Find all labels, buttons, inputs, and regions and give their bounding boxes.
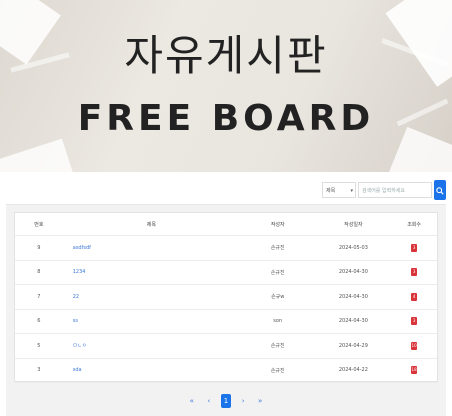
table-row: 3 sda 손규진 2024-04-22 18 [15,358,437,383]
post-author: 손규진 [239,333,316,359]
post-date: 2024-04-22 [315,358,392,383]
table-row: 8 1234 손규진 2024-04-30 3 [15,260,437,285]
post-author: 손규진 [239,358,316,383]
post-number: 7 [15,284,63,310]
post-number: 8 [15,260,63,285]
post-number: 6 [15,309,63,334]
column-header-title: 제목 [62,213,240,236]
hero-banner: 자유게시판 FREE BOARD [0,0,452,172]
post-date: 2024-05-03 [315,235,392,261]
search-icon [436,187,444,195]
search-type-select[interactable]: 제목 ▾ [322,182,356,198]
table-row: 5 ㅁㄴㅇ 손규진 2024-04-29 10 [15,333,437,359]
post-title-link[interactable]: 22 [73,294,79,300]
post-number: 3 [15,358,63,383]
search-type-value: 제목 [326,188,336,194]
next-page-button[interactable]: › [238,394,248,408]
views-badge: 10 [411,341,418,350]
page-title: 자유게시판 [124,31,328,80]
post-date: 2024-04-29 [315,333,392,359]
post-title-link[interactable]: ㅁㄴㅇ [73,343,87,349]
board-table: 번호 제목 작성자 작성일자 조회수 9 asdfsdf 손규진 2024-05… [14,212,438,383]
column-header-views: 조회수 [391,213,437,236]
first-page-button[interactable]: « [187,394,197,408]
table-row: 7 22 손규w 2024-04-30 4 [15,284,437,310]
table-row: 9 asdfsdf 손규진 2024-05-03 3 [15,235,437,261]
brush-stroke [0,138,75,172]
pagination: « ‹ 1 › » [14,390,438,412]
post-author: 손규진 [239,260,316,285]
prev-page-button[interactable]: ‹ [204,394,214,408]
search-button[interactable] [434,180,446,200]
last-page-button[interactable]: » [255,394,265,408]
post-date: 2024-04-30 [315,284,392,310]
page-subtitle: FREE BOARD [77,98,375,139]
views-badge: 3 [411,317,418,326]
table-row: 6 ss son 2024-04-30 3 [15,309,437,334]
column-header-date: 작성일자 [315,213,392,236]
views-badge: 4 [411,292,418,301]
chevron-down-icon: ▾ [350,188,353,194]
board-container: 제목 ▾ 검색어를 입력하세요 번호 제목 작성자 작성일자 조회수 9 asd… [6,176,446,416]
table-header-row: 번호 제목 작성자 작성일자 조회수 [15,213,437,236]
search-input[interactable]: 검색어를 입력하세요 [358,182,432,198]
page-button-current[interactable]: 1 [221,393,231,408]
post-author: 손규진 [239,235,316,261]
column-header-no: 번호 [15,213,63,236]
post-title-link[interactable]: 1234 [73,269,86,275]
post-date: 2024-04-30 [315,309,392,334]
post-author: 손규w [239,284,316,310]
views-badge: 3 [411,268,418,277]
post-number: 5 [15,333,63,359]
views-badge: 18 [411,366,418,375]
post-number: 9 [15,235,63,261]
post-title-link[interactable]: sda [73,367,82,373]
search-bar: 제목 ▾ 검색어를 입력하세요 [6,176,446,205]
post-title-link[interactable]: ss [73,318,78,324]
post-author: son [239,309,316,334]
post-date: 2024-04-30 [315,260,392,285]
column-header-author: 작성자 [239,213,316,236]
post-title-link[interactable]: asdfsdf [73,245,91,251]
views-badge: 3 [411,243,418,252]
